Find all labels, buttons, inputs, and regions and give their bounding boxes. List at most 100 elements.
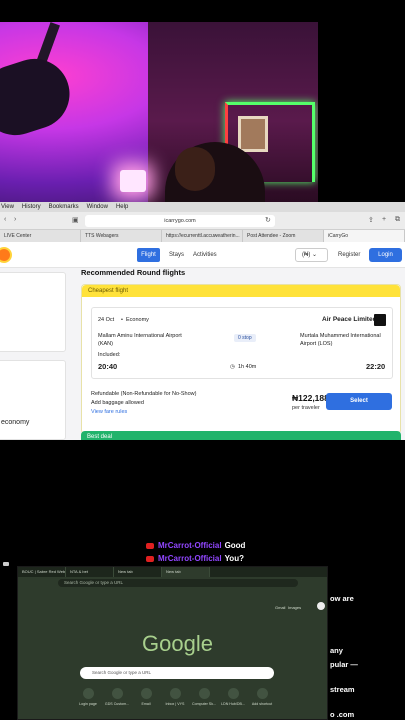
- tab-tts[interactable]: TTS Webagers: [81, 230, 162, 242]
- chrome-omnibox[interactable]: Search Google or type a URL: [58, 579, 298, 587]
- chrome-tab[interactable]: BOUC | Sabre Red Web: [18, 567, 66, 577]
- site-nav: Flight Stays Activities (₦) ⌄ Register L…: [0, 242, 405, 268]
- shortcut-icon: [227, 688, 239, 699]
- tab-zoom[interactable]: Post Attendee - Zoom: [243, 230, 324, 242]
- chrome-tab[interactable]: New tab: [114, 567, 162, 577]
- tab-overview-icon[interactable]: ⧉: [395, 216, 400, 224]
- shortcut-tile[interactable]: Computer Sk...: [191, 688, 217, 706]
- apple-icon: [3, 562, 9, 566]
- images-link[interactable]: Images: [288, 605, 301, 610]
- filter-card: [0, 272, 66, 352]
- dot-separator: •: [121, 317, 123, 323]
- avatar[interactable]: [317, 602, 325, 610]
- shortcut-tile[interactable]: Login page: [75, 688, 101, 706]
- shortcut-icon: [111, 688, 123, 699]
- filter-card-economy: economy: [0, 360, 66, 440]
- shortcut-label: Email: [141, 702, 151, 706]
- caption-fragment: o .com: [330, 710, 355, 719]
- shortcut-label: GDS Custom...: [104, 702, 130, 706]
- tab-strip: LIVE Center TTS Webagers https://ecurren…: [0, 230, 405, 242]
- new-tab-icon[interactable]: +: [382, 216, 386, 223]
- refund-policy: Refundable (Non-Refundable for No-Show): [91, 391, 197, 397]
- cheapest-card: Cheapest flight 24 Oct • Economy Air Pea…: [81, 284, 401, 434]
- shortcut-tile[interactable]: GDS Custom...: [104, 688, 130, 706]
- register-link[interactable]: Register: [338, 252, 360, 258]
- currency-select[interactable]: (₦) ⌄: [295, 248, 328, 262]
- streamer-head: [175, 147, 215, 191]
- chat-username: MrCarrot-Official: [158, 554, 222, 563]
- plus-icon: [256, 688, 268, 699]
- tab-accuweather[interactable]: https://ecurrenttl.accuweatherin...: [162, 230, 243, 242]
- shortcut-label: Add shortcut: [251, 702, 273, 706]
- add-shortcut-tile[interactable]: Add shortcut: [249, 688, 275, 706]
- arrive-time: 22:20: [366, 362, 386, 371]
- chat-text: Good: [224, 541, 246, 550]
- chevron-down-icon: ⌄: [312, 252, 318, 258]
- chrome-tab[interactable]: NTA & bet: [66, 567, 114, 577]
- shortcut-tile[interactable]: Email: [133, 688, 159, 706]
- reload-icon[interactable]: ↻: [265, 216, 271, 224]
- flight-cabin: Economy: [126, 317, 149, 323]
- chat-message: MrCarrot-Official Good: [146, 541, 245, 550]
- brand-logo-icon[interactable]: [0, 247, 12, 263]
- included-label: Included:: [98, 352, 121, 358]
- login-button[interactable]: Login: [369, 248, 402, 262]
- youtube-icon: [146, 555, 154, 562]
- google-search-input[interactable]: Search Google or type a URL: [80, 667, 274, 679]
- chrome-tab-strip: BOUC | Sabre Red Web NTA & bet New tab N…: [18, 567, 327, 577]
- microphone: [0, 49, 79, 145]
- cabin-filter-text: economy: [1, 419, 30, 426]
- webcam-feed: [0, 22, 318, 202]
- fare-rules-link[interactable]: View fare rules: [91, 409, 127, 415]
- caption-fragment: stream: [330, 685, 355, 694]
- shortcut-icon: [198, 688, 210, 699]
- caption-fragment: pular —: [330, 660, 358, 669]
- stops-badge: 0 stop: [234, 334, 256, 342]
- airline-logo-icon: [374, 314, 386, 326]
- gmail-link[interactable]: Gmail: [275, 605, 285, 610]
- shortcut-tile[interactable]: LDN Hub/DB...: [220, 688, 246, 706]
- fare-price: ₦122,188: [292, 393, 329, 403]
- chat-message: MrCarrot-Official You?: [146, 554, 244, 563]
- depart-time: 20:40: [98, 362, 118, 371]
- nav-flight[interactable]: Flight: [137, 248, 160, 262]
- menu-history[interactable]: History: [22, 204, 41, 210]
- select-button[interactable]: Select: [326, 393, 392, 410]
- nav-activities[interactable]: Activities: [193, 252, 217, 258]
- tab-live-center[interactable]: LIVE Center: [0, 230, 81, 242]
- menu-help[interactable]: Help: [116, 204, 128, 210]
- per-traveler: per traveler: [292, 405, 320, 411]
- share-icon[interactable]: ⇪: [368, 216, 374, 224]
- shortcut-icon: [82, 688, 94, 699]
- back-icon[interactable]: ‹: [4, 216, 6, 223]
- shortcut-label: LDN Hub/DB...: [221, 702, 245, 706]
- forward-icon[interactable]: ›: [14, 216, 16, 223]
- icarrygo-page: Flight Stays Activities (₦) ⌄ Register L…: [0, 242, 405, 440]
- section-title: Recommended Round flights: [81, 268, 186, 277]
- chat-text: You?: [224, 554, 244, 563]
- tab-icarrygo[interactable]: iCarryGo: [324, 230, 405, 242]
- shortcut-tile[interactable]: Inbox | VYS: [162, 688, 188, 706]
- baggage-note: Add baggage allowed: [91, 400, 144, 406]
- shortcut-icon: [140, 688, 152, 699]
- tab-group-icon[interactable]: ▣: [72, 216, 79, 224]
- menu-window[interactable]: Window: [87, 204, 108, 210]
- cheapest-label: Cheapest flight: [82, 285, 400, 297]
- address-bar[interactable]: icarrygo.com: [85, 215, 275, 227]
- chrome-tab[interactable]: New tab: [162, 567, 210, 577]
- clock-icon: ◷: [230, 364, 235, 370]
- caption-fragment: ow are: [330, 594, 354, 603]
- chrome-window: BOUC | Sabre Red Web NTA & bet New tab N…: [17, 566, 328, 720]
- menu-bookmarks[interactable]: Bookmarks: [49, 204, 79, 210]
- shortcut-label: Login page: [79, 702, 97, 706]
- screen: View History Bookmarks Window Help ‹ › ▣…: [0, 0, 405, 720]
- menu-bar: View History Bookmarks Window Help: [0, 202, 405, 212]
- shortcut-label: Computer Sk...: [192, 702, 216, 706]
- flight-card[interactable]: 24 Oct • Economy Air Peace Limited Malla…: [91, 307, 393, 379]
- menu-view[interactable]: View: [1, 204, 14, 210]
- youtube-icon: [146, 542, 154, 549]
- browser-toolbar: ‹ › ▣ icarrygo.com ↻ ⇪ + ⧉: [0, 212, 405, 230]
- shortcut-icon: [169, 688, 181, 699]
- nav-stays[interactable]: Stays: [169, 252, 184, 258]
- chrome-toolbar: Search Google or type a URL: [18, 577, 327, 589]
